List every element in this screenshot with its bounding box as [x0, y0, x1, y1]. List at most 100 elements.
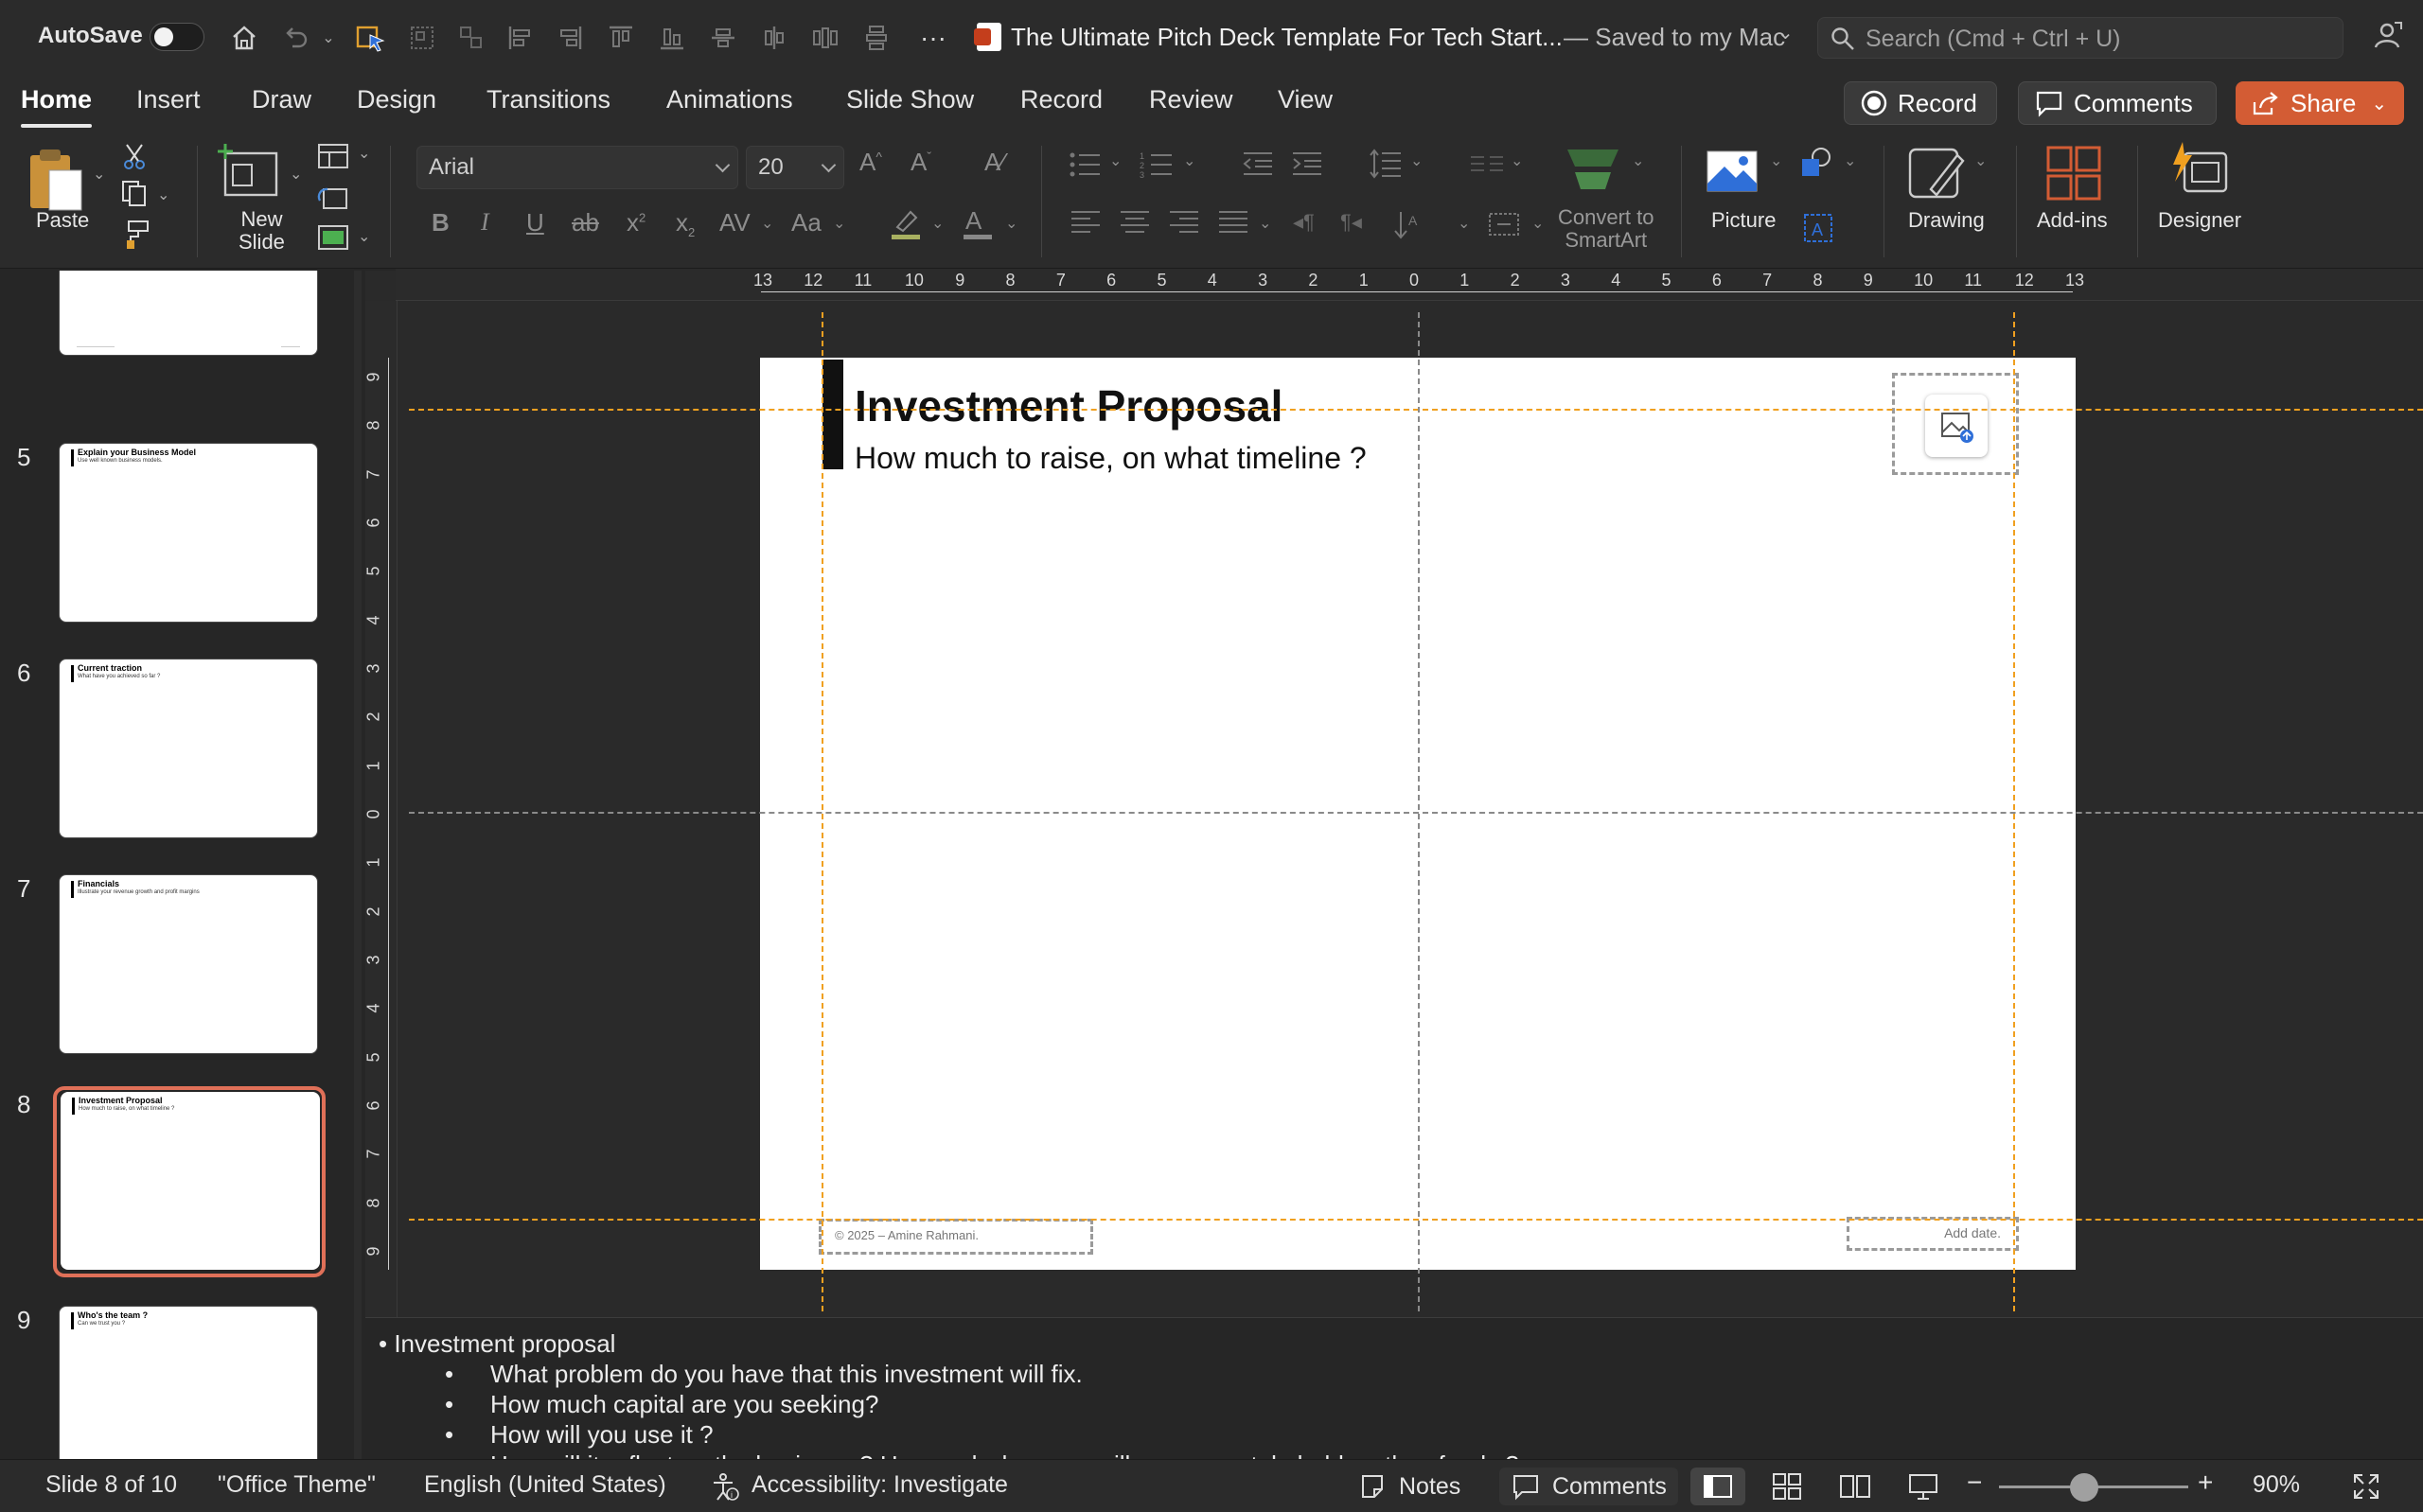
- select-shape-icon[interactable]: [350, 19, 392, 57]
- more-commands-icon[interactable]: ···: [914, 19, 952, 57]
- align-top-icon[interactable]: [602, 19, 640, 57]
- language-status[interactable]: English (United States): [424, 1471, 666, 1499]
- reading-view-button[interactable]: [1834, 1468, 1876, 1505]
- slide-thumbnail[interactable]: Who's the team ? Can we trust you ?: [59, 1306, 318, 1459]
- slide-subtitle[interactable]: How much to raise, on what timeline ?: [855, 441, 1367, 476]
- thumbnails-scrollbar[interactable]: [354, 271, 362, 1459]
- decrease-indent-icon[interactable]: [1242, 149, 1274, 178]
- tab-design[interactable]: Design: [357, 85, 436, 114]
- font-color-chevron-icon[interactable]: ⌄: [1005, 214, 1017, 233]
- undo-dropdown-icon[interactable]: ⌄: [318, 19, 339, 57]
- align-middle-icon[interactable]: [704, 19, 742, 57]
- picture-icon[interactable]: [1704, 146, 1762, 197]
- share-person-icon[interactable]: [2370, 19, 2404, 53]
- bullets-chevron-icon[interactable]: ⌄: [1109, 151, 1122, 170]
- guide-horizontal[interactable]: [409, 1219, 2423, 1221]
- font-name-dropdown[interactable]: Arial: [416, 146, 738, 189]
- designer-icon[interactable]: [2167, 140, 2230, 199]
- columns-icon[interactable]: [1469, 149, 1505, 178]
- change-case-icon[interactable]: Aa: [791, 208, 822, 237]
- format-painter-icon[interactable]: [121, 220, 151, 250]
- cut-icon[interactable]: [121, 142, 150, 170]
- align-text-vertical-chevron-icon[interactable]: ⌄: [1531, 214, 1544, 233]
- copy-icon[interactable]: [119, 178, 151, 208]
- character-spacing-icon[interactable]: AV: [719, 208, 751, 237]
- share-button[interactable]: Share ⌄: [2236, 81, 2404, 125]
- change-case-chevron-icon[interactable]: ⌄: [833, 214, 845, 233]
- normal-view-button[interactable]: [1690, 1468, 1745, 1505]
- align-text-right-icon[interactable]: [1168, 208, 1200, 237]
- guide-vertical[interactable]: [822, 312, 823, 1311]
- zoom-out-icon[interactable]: −: [1967, 1468, 1982, 1498]
- section-icon[interactable]: [316, 223, 350, 252]
- text-direction-icon[interactable]: A: [1391, 208, 1425, 242]
- line-spacing-icon[interactable]: [1369, 148, 1403, 180]
- paste-icon[interactable]: [25, 146, 93, 218]
- undo-icon[interactable]: [276, 19, 314, 57]
- accessibility-status[interactable]: Accessibility: Investigate: [752, 1471, 1008, 1499]
- align-text-center-icon[interactable]: [1119, 208, 1151, 237]
- new-slide-chevron-icon[interactable]: ⌄: [290, 165, 302, 184]
- shapes-icon[interactable]: [1798, 146, 1836, 180]
- line-spacing-chevron-icon[interactable]: ⌄: [1410, 151, 1423, 170]
- layout-icon[interactable]: [316, 142, 350, 170]
- vertical-ruler[interactable]: 9 8 7 6 5 4 3 2 1 0 1 2 3 4 5 6 7 8 9: [364, 301, 398, 1317]
- slide-thumbnail[interactable]: [59, 271, 318, 356]
- slide-thumbnails-pane[interactable]: 5 Explain your Business Model Use well k…: [0, 271, 360, 1459]
- tab-view[interactable]: View: [1278, 85, 1333, 114]
- paste-chevron-icon[interactable]: ⌄: [93, 165, 105, 184]
- ungroup-icon[interactable]: [452, 19, 490, 57]
- zoom-level[interactable]: 90%: [2253, 1471, 2300, 1499]
- copy-chevron-icon[interactable]: ⌄: [157, 185, 169, 204]
- guide-horizontal[interactable]: [409, 409, 2423, 411]
- align-left-icon[interactable]: [502, 19, 539, 57]
- highlight-chevron-icon[interactable]: ⌄: [931, 214, 944, 233]
- bold-icon[interactable]: B: [432, 208, 450, 237]
- slide-show-button[interactable]: [1902, 1468, 1944, 1505]
- home-icon[interactable]: [225, 19, 263, 57]
- align-right-icon[interactable]: [551, 19, 589, 57]
- ltr-icon[interactable]: ¶◂: [1340, 210, 1362, 235]
- fit-to-window-icon[interactable]: [2351, 1471, 2381, 1502]
- tab-transitions[interactable]: Transitions: [486, 85, 610, 114]
- tab-review[interactable]: Review: [1149, 85, 1233, 114]
- decrease-font-size-icon[interactable]: Aˇ: [911, 148, 931, 177]
- rtl-icon[interactable]: ◂¶: [1293, 210, 1315, 235]
- guide-vertical-center[interactable]: [1418, 312, 1420, 1311]
- convert-to-smartart-chevron-icon[interactable]: ⌄: [1632, 151, 1644, 170]
- autosave-toggle[interactable]: [150, 23, 204, 51]
- horizontal-ruler[interactable]: 13 12 11 10 9 8 7 6 5 4 3 2 1 0 1 2 3 4 5 6 7 8 9 10 11 12 13: [396, 269, 2423, 301]
- text-direction-chevron-icon[interactable]: ⌄: [1458, 214, 1470, 233]
- zoom-slider-thumb[interactable]: [2070, 1473, 2098, 1502]
- align-text-vertical-icon[interactable]: [1486, 208, 1524, 240]
- slide-title[interactable]: Investment Proposal: [855, 380, 1282, 431]
- group-icon[interactable]: [403, 19, 441, 57]
- italic-icon[interactable]: I: [481, 208, 489, 237]
- slide-thumbnail-selected[interactable]: Investment Proposal How much to raise, o…: [61, 1092, 320, 1270]
- tab-slide-show[interactable]: Slide Show: [846, 85, 974, 114]
- slide-thumbnail[interactable]: Explain your Business Model Use well kno…: [59, 443, 318, 623]
- distribute-vertical-icon[interactable]: [858, 19, 895, 57]
- align-text-left-icon[interactable]: [1070, 208, 1102, 237]
- drawing-icon[interactable]: [1906, 144, 1967, 204]
- font-color-icon[interactable]: A: [960, 206, 998, 240]
- increase-indent-icon[interactable]: [1291, 149, 1323, 178]
- distribute-horizontal-icon[interactable]: [806, 19, 844, 57]
- underline-icon[interactable]: U: [526, 208, 544, 237]
- image-placeholder[interactable]: [1892, 373, 2019, 475]
- numbering-icon[interactable]: 123: [1140, 149, 1176, 180]
- share-chevron-icon[interactable]: ⌄: [2371, 92, 2387, 115]
- record-button[interactable]: Record: [1844, 81, 1997, 125]
- numbering-chevron-icon[interactable]: ⌄: [1183, 151, 1195, 170]
- font-size-dropdown[interactable]: 20: [746, 146, 844, 189]
- search-box[interactable]: Search (Cmd + Ctrl + U): [1817, 17, 2343, 59]
- section-chevron-icon[interactable]: ⌄: [358, 227, 370, 246]
- subscript-icon[interactable]: x2: [676, 208, 695, 239]
- tab-draw[interactable]: Draw: [252, 85, 311, 114]
- comments-button[interactable]: Comments: [2018, 81, 2217, 125]
- comments-status-button[interactable]: Comments: [1499, 1468, 1678, 1505]
- insert-picture-button[interactable]: [1925, 395, 1988, 457]
- increase-font-size-icon[interactable]: A^: [859, 148, 882, 177]
- zoom-in-icon[interactable]: +: [2198, 1468, 2213, 1498]
- notes-pane[interactable]: • Investment proposal • What problem do …: [365, 1317, 2423, 1459]
